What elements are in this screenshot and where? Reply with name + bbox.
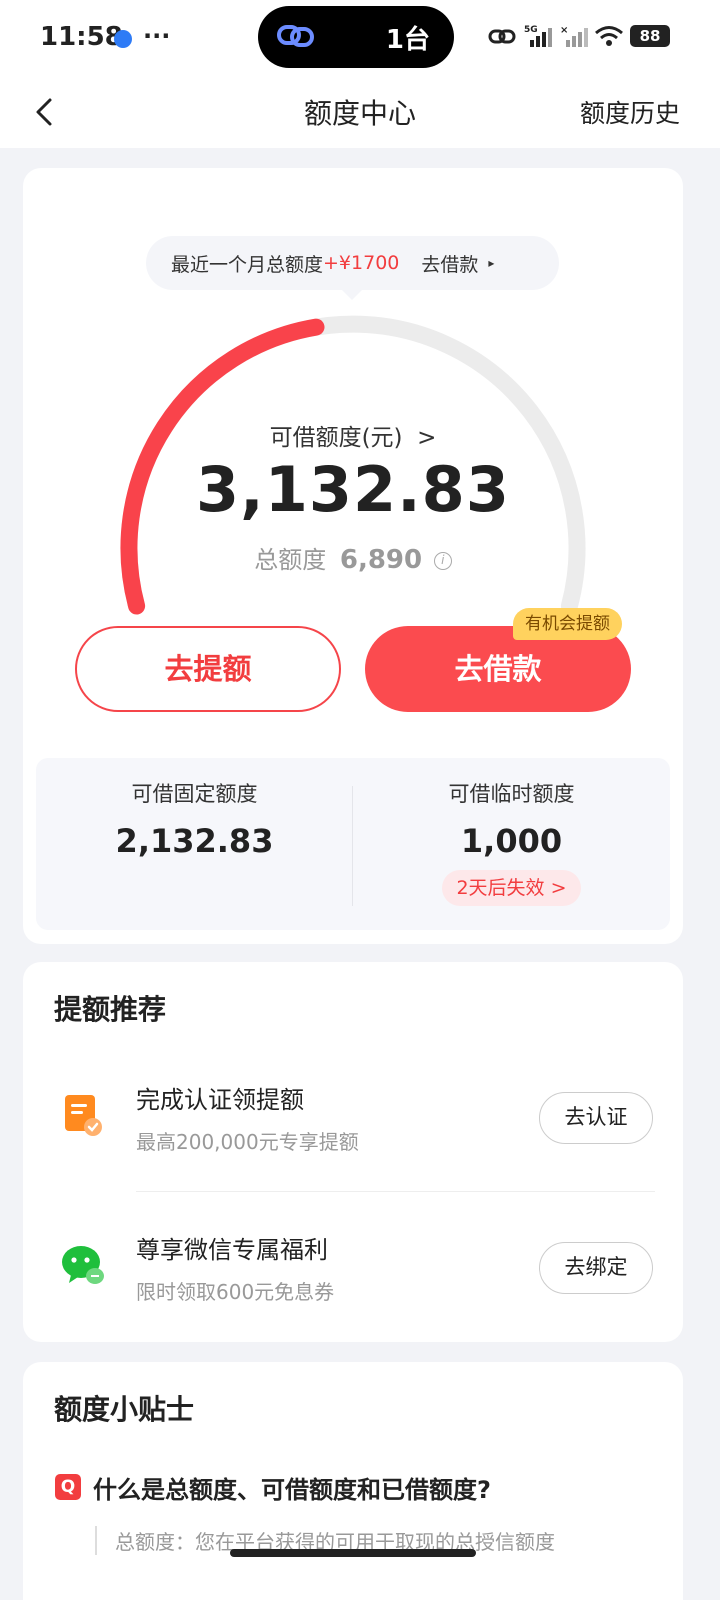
caret-right-icon: ▸ [488, 256, 495, 270]
recommend-item-verify: 完成认证领提额 最高200,000元专享提额 去认证 [23, 1042, 683, 1192]
more-notifications-icon: ··· [143, 22, 171, 50]
temporary-quota-label: 可借临时额度 [448, 782, 575, 806]
recommend-item-subtitle: 限时领取600元免息券 [136, 1280, 335, 1304]
fixed-quota-value: 2,132.83 [115, 822, 274, 860]
tip-prefix: 最近一个月总额度 [171, 253, 324, 276]
verify-button[interactable]: 去认证 [539, 1092, 653, 1144]
raise-quota-button[interactable]: 去提额 [75, 626, 341, 712]
recommend-item-title: 完成认证领提额 [136, 1086, 304, 1114]
recommend-section-title: 提额推荐 [54, 993, 167, 1026]
tips-section-title: 额度小贴士 [54, 1393, 195, 1426]
wifi-icon [595, 26, 623, 46]
total-quota-value: 6,890 [339, 545, 423, 575]
info-icon[interactable]: i [433, 552, 452, 570]
fixed-quota-label: 可借固定额度 [131, 782, 258, 806]
notification-app-icon [114, 30, 132, 48]
signal-5g-icon: 5G [524, 25, 552, 47]
total-quota-label: 总额度 [254, 546, 327, 574]
question-badge-icon: Q [55, 1474, 81, 1500]
status-time: 11:58 [40, 22, 123, 52]
available-quota-amount: 3,132.83 [196, 453, 510, 526]
temporary-quota: 可借临时额度 1,000 2天后失效 > [353, 758, 670, 930]
status-icons: 5G × 88 [488, 24, 670, 48]
raise-chance-badge: 有机会提额 [513, 608, 622, 640]
network-label: 5G [524, 25, 538, 35]
quota-tips-card: 额度小贴士 Q 什么是总额度、可借额度和已借额度? 总额度：您在平台获得的可用于… [23, 1362, 683, 1600]
available-quota-label-text: 可借额度(元) [269, 425, 403, 451]
svg-text:×: × [560, 25, 568, 36]
fixed-quota: 可借固定额度 2,132.83 [36, 758, 353, 930]
recommend-item-title: 尊享微信专属福利 [136, 1236, 328, 1264]
tip-increase-amount: +¥1700 [323, 252, 400, 274]
document-check-icon [65, 1095, 102, 1136]
quota-history-link[interactable]: 额度历史 [580, 94, 680, 130]
battery-indicator: 88 [630, 25, 670, 47]
available-quota-label[interactable]: 可借额度(元) > [23, 418, 683, 452]
temporary-quota-expiry-chip[interactable]: 2天后失效 > [442, 870, 581, 906]
chevron-right-icon: > [550, 877, 567, 899]
recommend-item-wechat: 尊享微信专属福利 限时领取600元免息券 去绑定 [23, 1192, 683, 1342]
total-quota-line: 总额度 6,890 i [23, 540, 683, 575]
home-indicator[interactable] [230, 1549, 476, 1557]
tip-question: 什么是总额度、可借额度和已借额度? [93, 1476, 491, 1504]
island-text: 1台 [385, 25, 430, 55]
status-bar: 11:58 ··· 1台 5G × 88 [0, 0, 720, 76]
bind-button[interactable]: 去绑定 [539, 1242, 653, 1294]
temporary-quota-value: 1,000 [460, 822, 563, 860]
chevron-right-icon: > [409, 425, 437, 451]
signal-no-service-icon: × [560, 25, 588, 47]
quota-breakdown: 可借固定额度 2,132.83 可借临时额度 1,000 2天后失效 > [36, 758, 670, 930]
dynamic-island[interactable]: 1台 [258, 6, 454, 68]
wechat-icon [62, 1246, 104, 1284]
tip-borrow-link[interactable]: 去借款 [421, 250, 478, 277]
hotspot-link-icon [488, 29, 516, 44]
quota-card: 最近一个月总额度 +¥1700 去借款 ▸ 可借额度(元) > 3,132.83… [23, 168, 683, 944]
monthly-increase-tip[interactable]: 最近一个月总额度 +¥1700 去借款 ▸ [146, 236, 559, 300]
raise-recommend-card: 提额推荐 完成认证领提额 最高200,000元专享提额 去认证 尊享微信专属福利… [23, 962, 683, 1342]
link-icon [277, 25, 314, 47]
nav-bar: 额度中心 额度历史 [0, 76, 720, 148]
expiry-text: 2天后失效 [456, 877, 545, 899]
recommend-item-subtitle: 最高200,000元专享提额 [136, 1130, 359, 1154]
